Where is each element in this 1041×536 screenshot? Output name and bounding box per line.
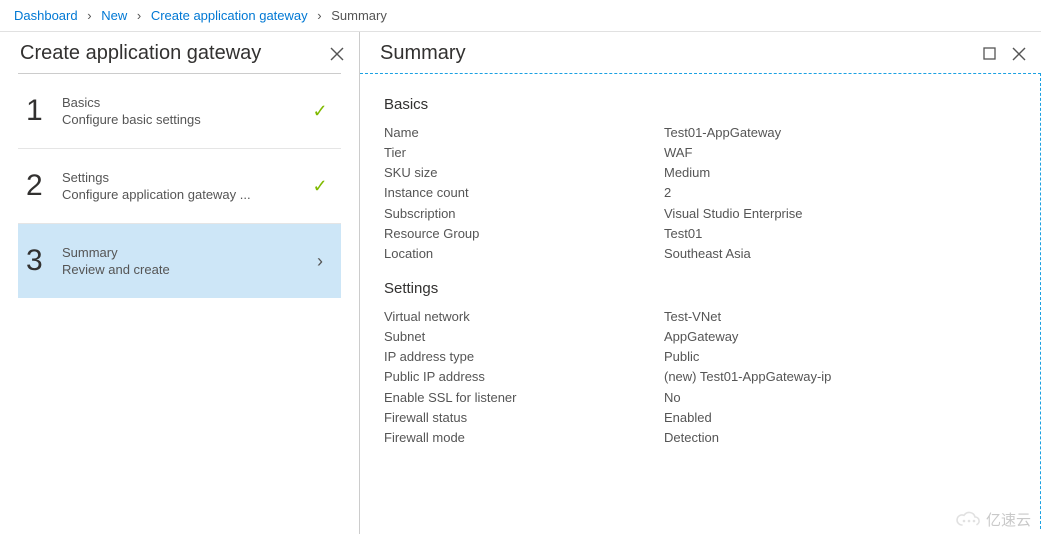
- kv-value: (new) Test01-AppGateway-ip: [664, 367, 1016, 387]
- kv-row: Instance count2: [384, 183, 1016, 203]
- kv-key: Tier: [384, 143, 664, 163]
- kv-key: Public IP address: [384, 367, 664, 387]
- step-number: 2: [26, 169, 62, 203]
- kv-value: AppGateway: [664, 327, 1016, 347]
- kv-key: Enable SSL for listener: [384, 388, 664, 408]
- wizard-step-basics[interactable]: 1 Basics Configure basic settings ✓: [18, 74, 341, 149]
- chevron-right-icon: ›: [131, 8, 147, 23]
- kv-value: Visual Studio Enterprise: [664, 204, 1016, 224]
- step-subtitle: Configure basic settings: [62, 112, 309, 127]
- kv-row: Firewall statusEnabled: [384, 408, 1016, 428]
- watermark: 亿速云: [954, 509, 1031, 530]
- step-subtitle: Configure application gateway ...: [62, 187, 309, 202]
- section-heading: Basics: [384, 96, 1016, 113]
- kv-value: Public: [664, 347, 1016, 367]
- kv-value: Test-VNet: [664, 307, 1016, 327]
- wizard-step-settings[interactable]: 2 Settings Configure application gateway…: [18, 149, 341, 224]
- chevron-right-icon: ›: [81, 8, 97, 23]
- kv-row: Enable SSL for listenerNo: [384, 388, 1016, 408]
- kv-value: WAF: [664, 143, 1016, 163]
- kv-row: SKU sizeMedium: [384, 163, 1016, 183]
- check-icon: ✓: [312, 101, 327, 122]
- close-icon[interactable]: [329, 46, 345, 62]
- kv-key: Firewall mode: [384, 428, 664, 448]
- close-icon[interactable]: [1011, 46, 1027, 62]
- summary-title: Summary: [380, 42, 466, 65]
- watermark-text: 亿速云: [986, 509, 1031, 530]
- kv-key: Subscription: [384, 204, 664, 224]
- step-number: 1: [26, 94, 62, 128]
- section-settings: Settings Virtual networkTest-VNet Subnet…: [384, 280, 1016, 448]
- breadcrumb: Dashboard › New › Create application gat…: [0, 0, 1041, 32]
- breadcrumb-item-summary: Summary: [331, 8, 387, 23]
- step-title: Summary: [62, 245, 309, 260]
- kv-row: IP address typePublic: [384, 347, 1016, 367]
- summary-content: Basics NameTest01-AppGateway TierWAF SKU…: [360, 73, 1041, 529]
- kv-key: IP address type: [384, 347, 664, 367]
- kv-value: Detection: [664, 428, 1016, 448]
- kv-key: Location: [384, 244, 664, 264]
- wizard-step-summary[interactable]: 3 Summary Review and create ›: [18, 224, 341, 298]
- kv-key: Subnet: [384, 327, 664, 347]
- kv-row: NameTest01-AppGateway: [384, 123, 1016, 143]
- kv-value: 2: [664, 183, 1016, 203]
- section-heading: Settings: [384, 280, 1016, 297]
- summary-panel: Summary Basics NameTest01-AppGateway Tie…: [360, 32, 1041, 534]
- kv-key: Firewall status: [384, 408, 664, 428]
- summary-header: Summary: [360, 32, 1041, 73]
- section-basics: Basics NameTest01-AppGateway TierWAF SKU…: [384, 96, 1016, 264]
- wizard-steps: 1 Basics Configure basic settings ✓ 2 Se…: [18, 73, 341, 298]
- kv-row: Firewall modeDetection: [384, 428, 1016, 448]
- chevron-right-icon: ›: [311, 8, 327, 23]
- breadcrumb-item-create-app-gateway[interactable]: Create application gateway: [151, 8, 308, 23]
- kv-key: Virtual network: [384, 307, 664, 327]
- kv-key: SKU size: [384, 163, 664, 183]
- kv-row: Virtual networkTest-VNet: [384, 307, 1016, 327]
- kv-value: Medium: [664, 163, 1016, 183]
- wizard-header: Create application gateway: [0, 32, 359, 73]
- wizard-title: Create application gateway: [20, 42, 261, 65]
- breadcrumb-item-new[interactable]: New: [101, 8, 127, 23]
- check-icon: ✓: [312, 176, 327, 197]
- kv-key: Name: [384, 123, 664, 143]
- kv-value: Southeast Asia: [664, 244, 1016, 264]
- kv-row: TierWAF: [384, 143, 1016, 163]
- kv-key: Instance count: [384, 183, 664, 203]
- kv-row: SubnetAppGateway: [384, 327, 1016, 347]
- breadcrumb-item-dashboard[interactable]: Dashboard: [14, 8, 78, 23]
- step-number: 3: [26, 244, 62, 278]
- cloud-icon: [954, 511, 982, 529]
- kv-value: Enabled: [664, 408, 1016, 428]
- kv-value: Test01: [664, 224, 1016, 244]
- step-subtitle: Review and create: [62, 262, 309, 277]
- kv-value: Test01-AppGateway: [664, 123, 1016, 143]
- kv-row: LocationSoutheast Asia: [384, 244, 1016, 264]
- kv-row: SubscriptionVisual Studio Enterprise: [384, 204, 1016, 224]
- kv-row: Resource GroupTest01: [384, 224, 1016, 244]
- step-title: Basics: [62, 95, 309, 110]
- kv-key: Resource Group: [384, 224, 664, 244]
- chevron-right-icon: ›: [317, 251, 323, 272]
- kv-row: Public IP address(new) Test01-AppGateway…: [384, 367, 1016, 387]
- step-title: Settings: [62, 170, 309, 185]
- restore-icon[interactable]: [981, 46, 997, 62]
- wizard-panel: Create application gateway 1 Basics Conf…: [0, 32, 360, 534]
- kv-value: No: [664, 388, 1016, 408]
